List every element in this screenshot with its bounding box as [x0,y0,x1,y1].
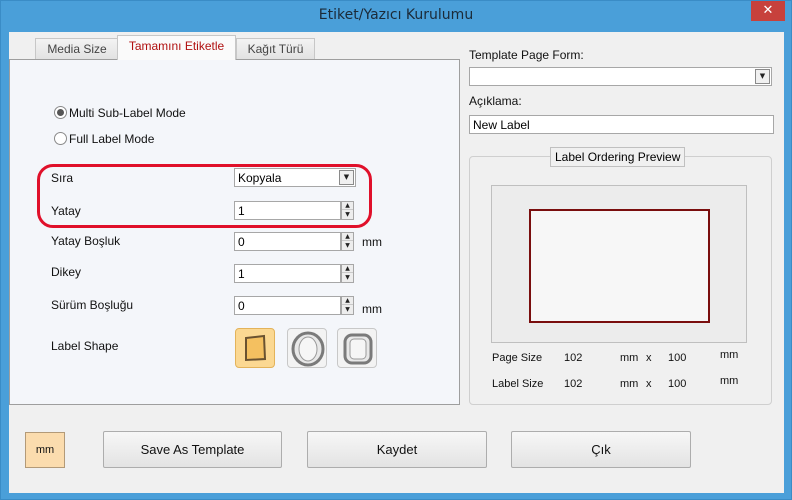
setup-window: Etiket/Yazıcı Kurulumu ✕ Media Size Tama… [0,0,792,500]
preview-label-rect [529,209,710,323]
surum-boslugu-stepper[interactable]: ▲ ▼ [341,296,354,315]
tab-kagit-turu[interactable]: Kağıt Türü [236,38,315,59]
page-height-value: 100 [668,352,687,364]
highlight-annotation [37,164,372,228]
tab-media-size[interactable]: Media Size [35,38,119,59]
stepper-down-icon[interactable]: ▼ [342,306,353,314]
kaydet-button[interactable]: Kaydet [307,431,487,468]
full-label-radio[interactable] [54,132,67,145]
label-height-unit: mm [720,375,739,387]
template-page-form-label: Template Page Form: [469,48,584,62]
shape-oval-button[interactable] [287,328,327,368]
title-bar[interactable]: Etiket/Yazıcı Kurulumu ✕ [1,1,791,32]
window-client-area: Media Size Tamamını Etiketle Kağıt Türü … [9,32,784,493]
rectangle-shape-icon [245,334,267,362]
aciklama-input[interactable]: New Label [469,115,774,134]
stepper-up-icon[interactable]: ▲ [342,233,353,241]
rounded-rectangle-shape-icon [343,333,373,365]
stepper-down-icon[interactable]: ▼ [342,274,353,282]
surum-boslugu-unit: mm [362,302,382,316]
dikey-input[interactable]: 1 [234,264,341,283]
template-page-form-select[interactable] [469,67,772,86]
preview-group-title: Label Ordering Preview [550,147,686,167]
shape-rectangle-button[interactable] [235,328,275,368]
yatay-bosluk-input[interactable]: 0 [234,232,341,251]
tab-tamamini-etiketle[interactable]: Tamamını Etiketle [117,35,236,60]
yatay-bosluk-stepper[interactable]: ▲ ▼ [341,232,354,251]
chevron-down-icon: ▼ [759,72,766,80]
template-dropdown-arrow[interactable]: ▼ [755,69,770,84]
dikey-stepper[interactable]: ▲ ▼ [341,264,354,283]
multi-label-mode-label: Multi Sub-Label Mode [69,106,186,120]
stepper-up-icon[interactable]: ▲ [342,297,353,305]
save-as-template-button[interactable]: Save As Template [103,431,282,468]
full-label-mode-label: Full Label Mode [69,132,155,146]
unit-toggle-button[interactable]: mm [25,432,65,468]
page-size-label: Page Size [492,352,543,364]
page-width-unit: mm [620,352,639,364]
surum-boslugu-input[interactable]: 0 [234,296,341,315]
label-width-value: 102 [564,378,583,390]
yatay-bosluk-unit: mm [362,235,382,249]
stepper-down-icon[interactable]: ▼ [342,242,353,250]
label-size-label: Label Size [492,378,544,390]
close-icon: ✕ [762,3,774,18]
yatay-bosluk-label: Yatay Boşluk [51,234,121,248]
multi-label-radio[interactable] [54,106,67,119]
label-shape-label: Label Shape [51,339,119,353]
cik-button[interactable]: Çık [511,431,691,468]
aciklama-label: Açıklama: [469,94,522,108]
label-times: x [646,378,652,390]
close-button[interactable]: ✕ [751,1,785,21]
dikey-label: Dikey [51,265,82,279]
stepper-up-icon[interactable]: ▲ [342,265,353,273]
label-height-value: 100 [668,378,687,390]
page-times: x [646,352,652,364]
surum-boslugu-label: Sürüm Boşluğu [51,298,134,312]
page-height-unit: mm [720,349,739,361]
window-title: Etiket/Yazıcı Kurulumu [318,7,474,23]
label-width-unit: mm [620,378,639,390]
oval-shape-icon [291,331,325,367]
page-width-value: 102 [564,352,583,364]
shape-rounded-button[interactable] [337,328,377,368]
